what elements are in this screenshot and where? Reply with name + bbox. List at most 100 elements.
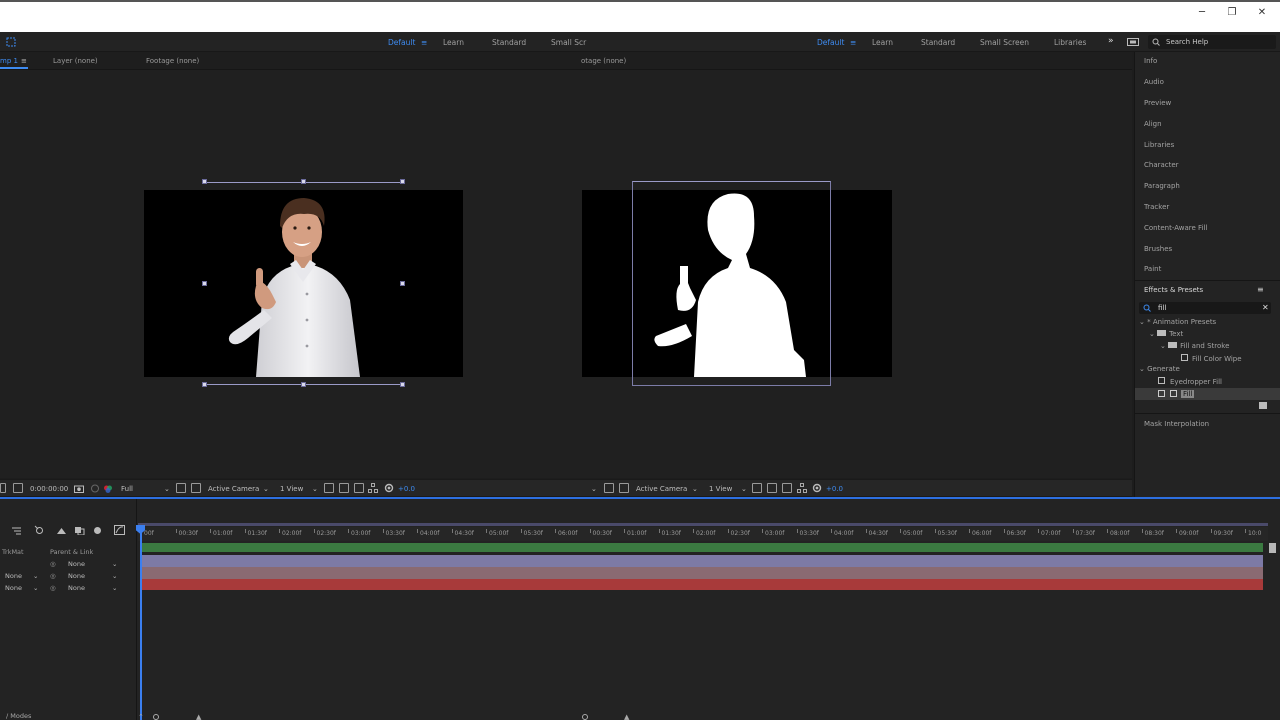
panel-menu-icon[interactable]: ≡ (1257, 285, 1264, 294)
exposure-icon[interactable] (384, 483, 394, 493)
transparency-grid-icon-2[interactable] (619, 483, 629, 493)
chevron-down-icon[interactable]: ⌄ (33, 584, 38, 592)
chevron-down-icon[interactable]: ⌄ (591, 485, 597, 493)
tree-text[interactable]: ⌄ Text (1149, 330, 1183, 338)
workspace-learn[interactable]: Learn (443, 38, 464, 47)
panel-brushes[interactable]: Brushes (1144, 245, 1172, 253)
comp-mini-flowchart-icon[interactable] (11, 526, 22, 535)
frame-blending-icon[interactable] (74, 526, 85, 535)
panel-character[interactable]: Character (1144, 161, 1179, 169)
zoom-in-icon[interactable]: ▲ (196, 713, 201, 720)
draft-3d-icon[interactable] (34, 525, 45, 536)
tree-eyedropper-fill[interactable]: Eyedropper Fill (1158, 377, 1222, 386)
chevron-down-icon[interactable]: ⌄ (112, 572, 117, 580)
zoom-slider-knob-2[interactable] (582, 714, 588, 720)
work-area-bar[interactable] (138, 523, 1268, 526)
chevron-down-icon[interactable]: ⌄ (263, 485, 269, 493)
effects-search-field[interactable]: fill ✕ (1139, 302, 1271, 314)
time-navigator-bar[interactable] (141, 543, 1263, 552)
panel-mask-interpolation[interactable]: Mask Interpolation (1144, 420, 1209, 428)
tab-menu-icon[interactable]: ≡ (21, 57, 27, 65)
chevron-down-icon[interactable]: ⌄ (33, 572, 38, 580)
region-icon[interactable] (0, 483, 6, 493)
chevron-down-icon[interactable]: ⌄ (112, 560, 117, 568)
flowchart-icon[interactable] (368, 483, 378, 493)
transform-handle[interactable] (301, 179, 306, 184)
workspace-standard[interactable]: Standard (492, 38, 526, 47)
zoom-out-icon[interactable]: ⌃ (138, 713, 144, 720)
camera-snapshot-icon[interactable] (74, 484, 84, 493)
layer-parent[interactable]: None (68, 572, 85, 580)
tree-fill-color-wipe[interactable]: Fill Color Wipe (1181, 354, 1242, 363)
timeline-icon-2[interactable] (782, 483, 792, 493)
fast-preview-icon-2[interactable] (767, 483, 777, 493)
panel-tracker[interactable]: Tracker (1144, 203, 1169, 211)
layer-row-3[interactable]: None ⌄ ◎ None ⌄ (0, 582, 137, 594)
transform-handle[interactable] (301, 382, 306, 387)
panel-preview[interactable]: Preview (1144, 99, 1171, 107)
exposure-icon-2[interactable] (812, 483, 822, 493)
layer-trkmat[interactable]: None (5, 584, 22, 592)
transform-handle[interactable] (400, 179, 405, 184)
view-layout-select[interactable]: 1 View (280, 485, 303, 493)
tab-layer[interactable]: Layer (none) (53, 57, 98, 65)
chevron-down-icon[interactable]: ⌄ (741, 485, 747, 493)
more-workspaces-icon[interactable]: » (1108, 36, 1114, 46)
workspace-libraries[interactable]: Libraries (1054, 38, 1086, 47)
clear-search-icon[interactable]: ✕ (1262, 303, 1269, 312)
chevron-down-icon[interactable]: ⌄ (112, 584, 117, 592)
exposure-value[interactable]: +0.0 (398, 485, 415, 493)
layer-bar-1[interactable] (141, 555, 1263, 567)
toggle-modes-label[interactable]: / Modes (6, 712, 31, 720)
composition-viewer[interactable] (0, 70, 566, 478)
panel-content-aware-fill[interactable]: Content-Aware Fill (1144, 224, 1207, 232)
tree-fill-selected[interactable]: Fill (1135, 388, 1280, 400)
footage-viewer[interactable] (566, 70, 1132, 478)
home-icon[interactable] (6, 37, 16, 47)
layer-bar-3[interactable] (141, 579, 1263, 590)
workspace-default-2[interactable]: Default (817, 38, 844, 47)
tree-generate[interactable]: ⌄ Generate (1139, 365, 1180, 373)
tab-composition[interactable]: mp 1 (0, 57, 18, 65)
workspace-small-screen[interactable]: Small Scr (551, 38, 586, 47)
sync-icon[interactable] (1127, 38, 1139, 46)
pickwhip-icon[interactable]: ◎ (50, 584, 56, 592)
end-handle[interactable] (1269, 543, 1276, 553)
panel-paint[interactable]: Paint (1144, 265, 1161, 273)
view-layout-select-2[interactable]: 1 View (709, 485, 732, 493)
toggle-pixel-aspect-icon[interactable] (324, 483, 334, 493)
panel-paragraph[interactable]: Paragraph (1144, 182, 1180, 190)
region-of-interest-icon-2[interactable] (604, 483, 614, 493)
camera-select[interactable]: Active Camera (208, 485, 259, 493)
workspace-standard-2[interactable]: Standard (921, 38, 955, 47)
layer-row-2[interactable]: None ⌄ ◎ None ⌄ (0, 570, 137, 582)
search-help-field[interactable]: Search Help (1148, 35, 1276, 49)
workspace-default[interactable]: Default (388, 38, 415, 47)
tree-animation-presets[interactable]: ⌄ * Animation Presets (1139, 318, 1216, 326)
new-bin-icon[interactable] (1259, 402, 1267, 409)
transform-handle[interactable] (400, 382, 405, 387)
zoom-in-icon-2[interactable]: ▲ (624, 713, 629, 720)
transform-handle[interactable] (400, 281, 405, 286)
timecode[interactable]: 0:00:00:00 (30, 485, 68, 493)
exposure-value-2[interactable]: +0.0 (826, 485, 843, 493)
layer-parent[interactable]: None (68, 584, 85, 592)
transform-handle[interactable] (202, 382, 207, 387)
transform-handle[interactable] (202, 179, 207, 184)
time-ruler[interactable]: 00f 00:30f 01:00f 01:30f 02:00f 02:30f 03:00f 0… (138, 527, 1268, 541)
layer-parent[interactable]: None (68, 560, 85, 568)
transform-handle[interactable] (202, 281, 207, 286)
panel-info[interactable]: Info (1144, 57, 1157, 65)
layer-bounding-box[interactable] (204, 182, 403, 385)
restore-button[interactable]: ❐ (1222, 6, 1242, 20)
motion-blur-icon[interactable] (92, 526, 103, 535)
toggle-mask-icon[interactable] (13, 483, 23, 493)
workspace-small-screen-2[interactable]: Small Screen (980, 38, 1029, 47)
panel-audio[interactable]: Audio (1144, 78, 1164, 86)
resolution-select[interactable]: Full (121, 485, 133, 493)
workspace-learn-2[interactable]: Learn (872, 38, 893, 47)
chevron-down-icon[interactable]: ⌄ (312, 485, 318, 493)
region-of-interest-icon[interactable] (176, 483, 186, 493)
tree-fill-and-stroke[interactable]: ⌄ Fill and Stroke (1160, 342, 1229, 350)
layer-row-1[interactable]: ◎ None ⌄ (0, 558, 137, 570)
